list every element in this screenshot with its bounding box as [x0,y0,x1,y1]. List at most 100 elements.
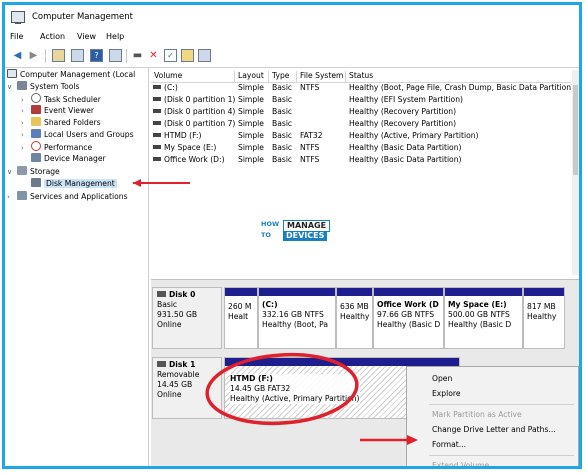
disk0-partition-recovery-2[interactable]: 817 MB Healthy [523,287,565,349]
volume-file-system: NTFS [300,83,320,92]
tree-item-performance[interactable]: › Performance [21,141,92,153]
disk0-partition-recovery[interactable]: 636 MB Healthy [336,287,373,349]
menu-view[interactable]: View [77,32,96,41]
partition-size: 636 MB [340,302,369,311]
tree-item-computer-management[interactable]: Computer Management (Local [7,69,135,81]
computer-management-window: Computer Management File Action View Hel… [2,2,582,469]
column-header-type[interactable]: Type [269,71,297,82]
partition-status: Healt [228,312,249,321]
tree-item-device-manager[interactable]: Device Manager [31,153,106,165]
chevron-right-icon[interactable]: › [21,105,31,117]
partition-size: 332.16 GB NTFS [262,310,324,319]
partition-size: 817 MB [527,302,556,311]
volume-row[interactable]: (Disk 0 partition 7) Simple Basic Health… [151,118,571,130]
volume-name: HTMD (F:) [164,131,202,140]
tree-label: Storage [30,167,60,176]
volume-file-system: FAT32 [300,131,323,140]
menu-item-extend-volume: Extend Volume... [432,461,497,469]
disk-name: Disk 1 [169,360,196,369]
properties-icon[interactable] [109,49,122,62]
delete-icon[interactable]: ✕ [147,49,160,62]
volume-row[interactable]: (Disk 0 partition 1) Simple Basic Health… [151,94,571,106]
help-icon[interactable]: ? [90,49,103,62]
column-header-file-system[interactable]: File System [297,71,346,82]
tree-item-disk-management[interactable]: Disk Management [31,178,117,190]
volume-row[interactable]: My Space (E:) Simple Basic NTFS Healthy … [151,142,571,154]
tree-label: Disk Management [44,179,117,188]
partition-size: 260 M [228,302,252,311]
refresh-icon[interactable] [198,49,211,62]
clock-icon [31,93,41,103]
tree-item-event-viewer[interactable]: › Event Viewer [21,105,94,117]
volume-status: Healthy (EFI System Partition) [349,95,463,104]
tree-label: System Tools [30,82,80,91]
volume-name: (Disk 0 partition 7) [164,119,236,128]
rescan-icon[interactable] [181,49,194,62]
menu-file[interactable]: File [10,32,23,41]
disk0-partition-c[interactable]: (C:) 332.16 GB NTFS Healthy (Boot, Pa [258,287,336,349]
column-header-status[interactable]: Status [346,71,571,82]
chevron-down-icon[interactable]: ∨ [7,166,17,178]
tree-item-shared-folders[interactable]: › Shared Folders [21,117,101,129]
chevron-right-icon[interactable]: › [7,191,17,203]
disk0-partition-d[interactable]: Office Work (D 97.66 GB NTFS Healthy (Basi… [373,287,444,349]
column-header-layout[interactable]: Layout [235,71,269,82]
connect-icon[interactable]: ▬ [131,49,144,62]
tree-item-system-tools[interactable]: ∨ System Tools [7,81,79,93]
performance-icon [31,141,41,151]
volume-status: Healthy (Recovery Partition) [349,107,457,116]
tree-item-task-scheduler[interactable]: › Task Scheduler [21,93,101,105]
menu-item-explore[interactable]: Explore [432,389,461,398]
menu-action[interactable]: Action [40,32,65,41]
chevron-right-icon[interactable]: › [21,117,31,129]
scrollbar-thumb[interactable] [573,85,578,175]
disk-size: 14.45 GB [157,380,193,389]
volume-status: Healthy (Basic Data Partition) [349,155,462,164]
volume-type: Basic [272,107,293,116]
device-manager-icon [31,153,41,162]
partition-status: Healthy (Basic D [377,320,441,329]
disk-1-label[interactable]: Disk 1 Removable 14.45 GB Online [152,357,222,419]
disk0-partition-e[interactable]: My Space (E:) 500.00 GB NTFS Healthy (Basi… [444,287,523,349]
volume-icon [153,97,161,101]
disk-0-label[interactable]: Disk 0 Basic 931.50 GB Online [152,287,222,349]
menu-separator [429,455,574,456]
volume-row[interactable]: (C:) Simple Basic NTFS Healthy (Boot, Pa… [151,82,574,94]
chevron-right-icon[interactable]: › [21,129,31,141]
chevron-right-icon[interactable]: › [21,142,31,154]
partition-title: My Space (E:) [448,300,507,309]
volume-list-scrollbar[interactable] [572,70,579,275]
menu-item-change-drive-letter[interactable]: Change Drive Letter and Paths... [432,425,556,434]
menu-separator [429,404,574,405]
shared-folder-icon [31,117,41,126]
menu-item-format[interactable]: Format... [432,440,466,449]
volume-file-system: NTFS [300,143,320,152]
disk-management-icon [31,178,41,187]
partition-status: Healthy (Boot, Pa [262,320,329,329]
disk-type: Removable [157,370,200,379]
tree-item-local-users[interactable]: › Local Users and Groups [21,129,134,141]
check-icon[interactable]: ✓ [164,49,177,62]
menu-item-open[interactable]: Open [432,374,452,383]
volume-icon [153,145,161,149]
volume-row[interactable]: Office Work (D:) Simple Basic NTFS Healt… [151,154,571,166]
tree-item-storage[interactable]: ∨ Storage [7,166,60,178]
menu-help[interactable]: Help [106,32,124,41]
toolbar-separator [45,49,46,63]
volume-row[interactable]: HTMD (F:) Simple Basic FAT32 Healthy (Ac… [151,130,571,142]
computer-icon [7,69,17,78]
volume-name: My Space (E:) [164,143,217,152]
toolbar: ◀ ▶ ? ▬ ✕ ✓ [5,45,579,68]
forward-icon[interactable]: ▶ [27,49,40,62]
column-header-volume[interactable]: Volume [151,71,235,82]
console-tree-icon[interactable] [71,49,84,62]
back-icon[interactable]: ◀ [11,49,24,62]
up-icon[interactable] [52,49,65,62]
event-viewer-icon [31,105,41,114]
disk0-partition-efi[interactable]: 260 M Healt [224,287,258,349]
services-icon [17,191,27,200]
volume-type: Basic [272,143,293,152]
chevron-down-icon[interactable]: ∨ [7,81,17,93]
volume-row[interactable]: (Disk 0 partition 4) Simple Basic Health… [151,106,571,118]
tree-item-services[interactable]: › Services and Applications [7,191,128,203]
